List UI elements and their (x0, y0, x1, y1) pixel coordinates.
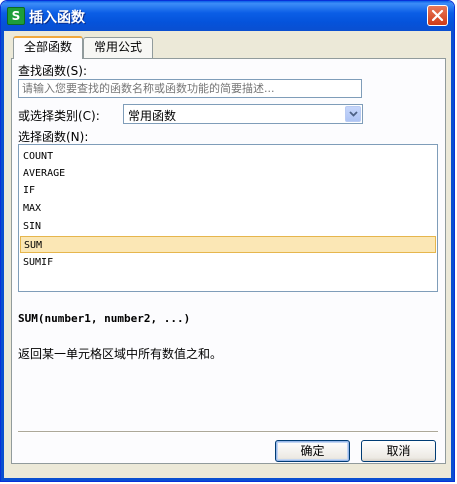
category-selected-value: 常用函数 (128, 109, 177, 123)
dialog-title: 插入函数 (29, 10, 85, 26)
function-signature: SUM(number1, number2, ...) (18, 312, 191, 325)
list-item-sin[interactable]: SIN (20, 218, 436, 235)
insert-function-dialog: S 插入函数 全部函数 常用公式 查找函数(S): 或选择类别(C): 常用函数… (0, 0, 455, 482)
tab-all-functions[interactable]: 全部函数 (13, 36, 83, 59)
search-input[interactable] (18, 79, 362, 98)
search-label: 查找函数(S): (18, 64, 88, 78)
close-icon (431, 9, 444, 22)
app-icon: S (7, 7, 25, 25)
cancel-button[interactable]: 取消 (361, 440, 436, 462)
close-button[interactable] (427, 5, 448, 26)
list-item-sumif[interactable]: SUMIF (20, 254, 436, 271)
tab-common-formulas[interactable]: 常用公式 (83, 37, 153, 58)
dropdown-button[interactable] (345, 106, 361, 122)
list-item-max[interactable]: MAX (20, 200, 436, 217)
category-label: 或选择类别(C): (18, 109, 100, 123)
list-item-sum[interactable]: SUM (20, 236, 436, 253)
category-select[interactable]: 常用函数 (123, 104, 363, 124)
window-frame-right (451, 31, 454, 481)
divider (18, 431, 438, 433)
function-listbox[interactable]: COUNT AVERAGE IF MAX SIN SUM SUMIF (18, 144, 438, 292)
window-frame-left (1, 31, 4, 481)
function-list-label: 选择函数(N): (18, 130, 89, 144)
list-item-if[interactable]: IF (20, 182, 436, 199)
window-frame-bottom (1, 478, 454, 481)
list-item-count[interactable]: COUNT (20, 148, 436, 165)
function-description: 返回某一单元格区域中所有数值之和。 (18, 347, 223, 361)
chevron-down-icon (349, 111, 358, 117)
ok-button[interactable]: 确定 (275, 440, 350, 462)
title-bar[interactable]: S 插入函数 (1, 1, 454, 31)
list-item-average[interactable]: AVERAGE (20, 165, 436, 182)
